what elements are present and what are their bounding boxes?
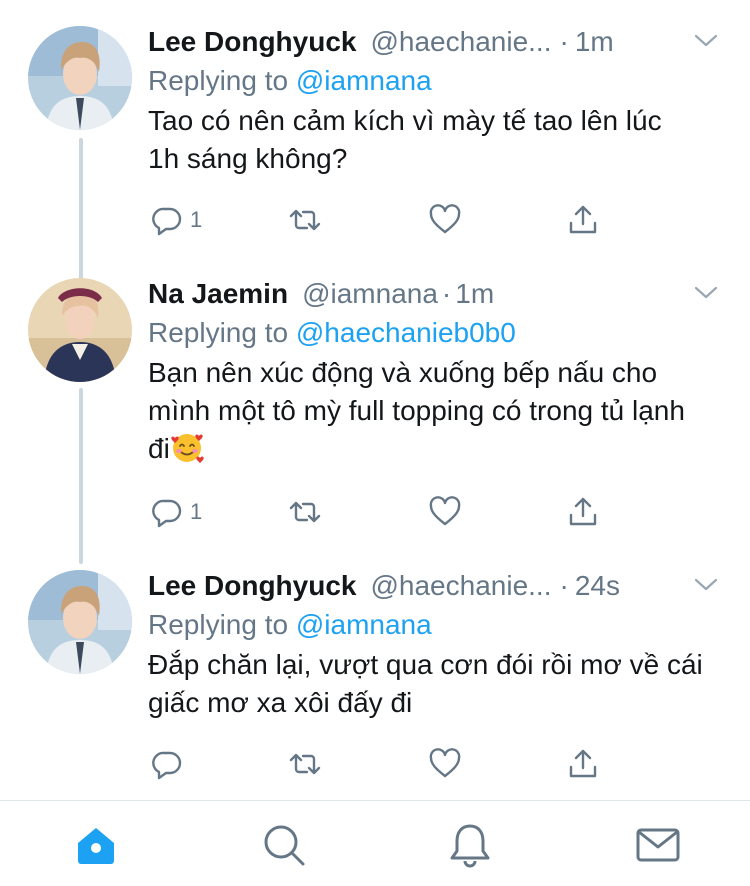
messages-icon	[636, 828, 680, 862]
tab-home[interactable]	[72, 821, 120, 869]
search-icon	[264, 825, 305, 866]
share-button[interactable]	[566, 492, 600, 532]
separator-dot: ·	[559, 570, 569, 601]
reply-icon	[152, 207, 182, 236]
retweet-icon	[289, 209, 321, 231]
replying-to: Replying to @haechanieb0b0	[148, 314, 730, 352]
user-handle[interactable]: @iamnana	[302, 274, 438, 314]
display-name[interactable]: Lee Donghyuck	[148, 22, 356, 62]
tweet-text: Bạn nên xúc động và xuống bếp nấu cho mì…	[148, 357, 685, 464]
share-button[interactable]	[566, 200, 600, 240]
share-icon	[569, 497, 597, 526]
share-button[interactable]	[566, 744, 600, 784]
mention-link[interactable]: @iamnana	[296, 65, 432, 96]
timestamp[interactable]: 1m	[575, 22, 614, 62]
chevron-down-icon[interactable]	[692, 278, 720, 306]
reply-button[interactable]: 1	[150, 200, 202, 240]
tweet[interactable]: Lee Donghyuck @haechanie... · 1m Replyin…	[0, 0, 750, 262]
retweet-icon	[289, 753, 321, 775]
reply-count: 1	[190, 499, 203, 524]
mention-link[interactable]: @iamnana	[296, 609, 432, 640]
user-handle[interactable]: @haechanie...	[370, 566, 551, 606]
chevron-down-icon[interactable]	[692, 570, 720, 598]
like-button[interactable]	[428, 492, 462, 532]
reply-button[interactable]	[150, 744, 190, 784]
timestamp[interactable]: 24s	[575, 566, 620, 606]
share-icon	[569, 205, 597, 234]
separator-dot: ·	[559, 26, 569, 57]
replying-label: Replying to	[148, 65, 289, 96]
tweet-text-block: Bạn nên xúc động và xuống bếp nấu cho mì…	[148, 354, 688, 468]
tab-messages[interactable]	[634, 821, 682, 869]
replying-label: Replying to	[148, 317, 289, 348]
tweet[interactable]: Lee Donghyuck @haechanie... · 24s Replyi…	[0, 554, 750, 800]
tweet-text: Đắp chăn lại, vượt qua cơn đói rồi mơ về…	[148, 649, 703, 718]
heart-icon	[429, 204, 461, 234]
timestamp[interactable]: 1m	[455, 274, 494, 314]
avatar[interactable]	[28, 278, 132, 382]
tab-search[interactable]	[260, 821, 308, 869]
retweet-button[interactable]	[288, 200, 322, 240]
display-name[interactable]: Lee Donghyuck	[148, 566, 356, 606]
tweet[interactable]: Na Jaemin @iamnana · 1m Replying to @hae…	[0, 262, 750, 554]
like-button[interactable]	[428, 200, 462, 240]
retweet-icon	[289, 501, 321, 523]
like-button[interactable]	[428, 744, 462, 784]
heart-icon	[429, 496, 461, 526]
display-name[interactable]: Na Jaemin	[148, 274, 288, 314]
tab-notifications[interactable]	[446, 821, 494, 869]
reply-count: 1	[190, 207, 203, 232]
replying-to: Replying to @iamnana	[148, 606, 730, 644]
user-handle[interactable]: @haechanie...	[370, 22, 551, 62]
reply-icon	[152, 499, 182, 528]
retweet-button[interactable]	[288, 492, 322, 532]
avatar[interactable]	[28, 26, 132, 130]
replying-to: Replying to @iamnana	[148, 62, 730, 100]
home-icon	[78, 828, 114, 864]
bottom-tab-bar	[0, 800, 750, 886]
chevron-down-icon[interactable]	[692, 26, 720, 54]
notifications-icon	[450, 824, 490, 868]
avatar[interactable]	[28, 570, 132, 674]
smiling-face-with-hearts-emoji	[171, 434, 204, 463]
share-icon	[569, 749, 597, 778]
mention-link[interactable]: @haechanieb0b0	[296, 317, 516, 348]
separator-dot: ·	[441, 278, 452, 309]
replying-label: Replying to	[148, 609, 289, 640]
reply-button[interactable]: 1	[150, 492, 202, 532]
reply-icon	[152, 751, 182, 780]
heart-icon	[429, 748, 461, 778]
tweet-text: Tao có nên cảm kích vì mày tế tao lên lú…	[148, 105, 662, 174]
retweet-button[interactable]	[288, 744, 322, 784]
